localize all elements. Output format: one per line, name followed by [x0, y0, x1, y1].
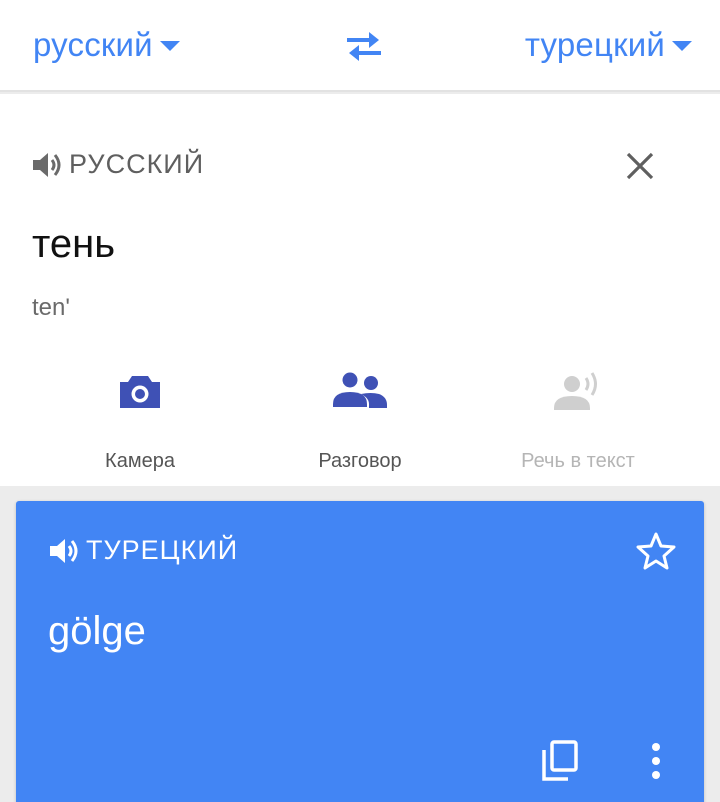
result-language-heading: ТУРЕЦКИЙ — [86, 535, 239, 565]
dropdown-caret-icon — [159, 41, 180, 51]
more-options-icon[interactable] — [644, 739, 668, 783]
conversation-icon — [333, 372, 387, 408]
source-language-selector[interactable]: русский — [33, 26, 180, 64]
translated-text: gölge — [48, 609, 146, 653]
source-header: РУССКИЙ — [31, 149, 204, 180]
result-header: ТУРЕЦКИЙ — [48, 535, 238, 566]
speech-to-text-icon — [554, 372, 597, 410]
source-card: РУССКИЙ тень ten' Камера Разговор Речь в… — [0, 94, 720, 486]
swap-arrows-icon[interactable] — [343, 28, 385, 64]
source-text[interactable]: тень — [32, 222, 115, 267]
dropdown-caret-icon — [672, 41, 692, 51]
star-icon[interactable] — [636, 531, 676, 571]
speech-to-text-label: Речь в текст — [521, 450, 635, 472]
language-bar: русский турецкий — [0, 0, 720, 92]
target-language-selector[interactable]: турецкий — [525, 26, 692, 64]
source-language-heading: РУССКИЙ — [69, 149, 205, 179]
camera-button[interactable]: Камера — [50, 364, 230, 473]
close-icon[interactable] — [622, 148, 658, 184]
transliteration-text: ten' — [32, 294, 70, 321]
translation-result-card[interactable]: ТУРЕЦКИЙ gölge — [16, 501, 704, 802]
copy-icon[interactable] — [540, 739, 580, 783]
speaker-icon[interactable] — [48, 537, 80, 565]
conversation-button[interactable]: Разговор — [270, 364, 450, 473]
speech-to-text-button[interactable]: Речь в текст — [488, 364, 668, 473]
camera-label: Камера — [105, 450, 175, 472]
target-language-label: турецкий — [524, 26, 665, 63]
camera-icon — [120, 376, 160, 408]
conversation-label: Разговор — [318, 450, 402, 472]
source-language-label: русский — [33, 26, 153, 63]
speaker-icon[interactable] — [31, 151, 63, 179]
